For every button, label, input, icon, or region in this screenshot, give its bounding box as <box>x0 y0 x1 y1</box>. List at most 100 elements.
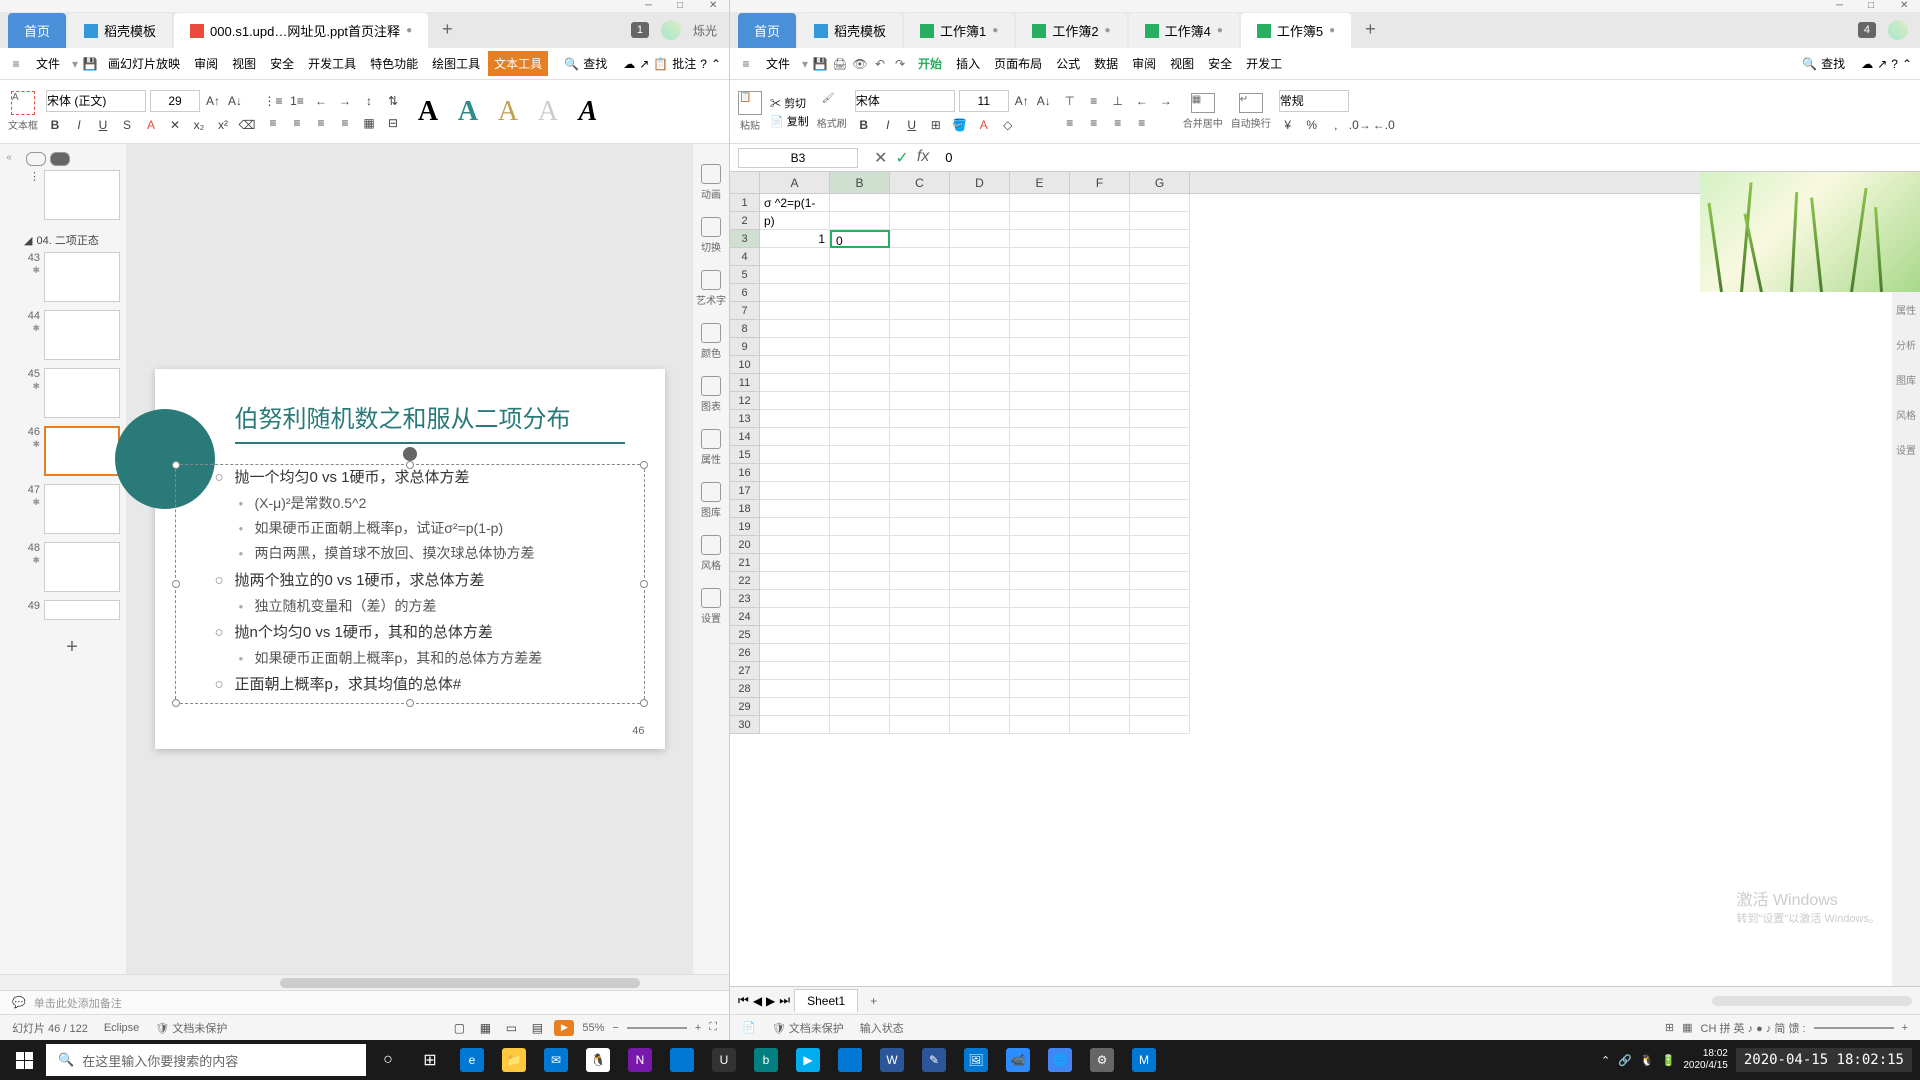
cell-D1[interactable] <box>950 194 1010 212</box>
cell-C22[interactable] <box>890 572 950 590</box>
zoom-in-button[interactable]: + <box>695 1022 701 1034</box>
vertical-align-button[interactable]: ⊟ <box>384 114 402 132</box>
align-bottom-button[interactable]: ⊥ <box>1109 92 1127 110</box>
share-icon[interactable]: ↗ <box>1877 57 1887 71</box>
cell-D7[interactable] <box>950 302 1010 320</box>
tool-gallery[interactable]: 图库 <box>701 482 721 519</box>
cell-G17[interactable] <box>1130 482 1190 500</box>
cell-E18[interactable] <box>1010 500 1070 518</box>
cell-D14[interactable] <box>950 428 1010 446</box>
cell-E25[interactable] <box>1010 626 1070 644</box>
menu-item[interactable]: 视图 <box>226 51 262 76</box>
cell-E17[interactable] <box>1010 482 1070 500</box>
col-header-B[interactable]: B <box>830 172 890 193</box>
font-select[interactable] <box>855 90 955 112</box>
cell-D5[interactable] <box>950 266 1010 284</box>
cell-B21[interactable] <box>830 554 890 572</box>
cell-F4[interactable] <box>1070 248 1130 266</box>
format-painter-icon[interactable]: 🖌 <box>822 93 842 113</box>
zoom-out-button[interactable]: − <box>612 1022 618 1034</box>
print-icon[interactable]: 🖨 <box>832 56 848 72</box>
cell-D22[interactable] <box>950 572 1010 590</box>
tab-add-button[interactable]: + <box>430 11 465 48</box>
redo-icon[interactable]: ↷ <box>892 56 908 72</box>
taskbar-app[interactable]: U <box>704 1040 744 1080</box>
taskbar-app-settings[interactable]: ⚙ <box>1082 1040 1122 1080</box>
collapse-sidebar-icon[interactable]: « <box>6 152 12 163</box>
protect-status[interactable]: 🛡 文档未保护 <box>155 1020 227 1036</box>
font-color-button[interactable]: A <box>142 116 160 134</box>
col-header-G[interactable]: G <box>1130 172 1190 193</box>
help-icon[interactable]: ? <box>1891 57 1898 71</box>
row-header-8[interactable]: 8 <box>730 320 760 338</box>
row-header-23[interactable]: 23 <box>730 590 760 608</box>
row-header-30[interactable]: 30 <box>730 716 760 734</box>
cell-C23[interactable] <box>890 590 950 608</box>
slide-thumb-47[interactable] <box>44 484 120 534</box>
slide-thumb-49[interactable] <box>44 600 120 620</box>
view-sorter-button[interactable]: ▦ <box>476 1019 494 1037</box>
cell-E22[interactable] <box>1010 572 1070 590</box>
row-header-24[interactable]: 24 <box>730 608 760 626</box>
cell-C14[interactable] <box>890 428 950 446</box>
cell-F12[interactable] <box>1070 392 1130 410</box>
row-header-25[interactable]: 25 <box>730 626 760 644</box>
align-right-button[interactable]: ≡ <box>1109 114 1127 132</box>
merge-icon[interactable]: ▦ <box>1191 93 1215 113</box>
fit-button[interactable]: ⛶ <box>709 1021 717 1034</box>
cell-D24[interactable] <box>950 608 1010 626</box>
cell-F7[interactable] <box>1070 302 1130 320</box>
spreadsheet-grid[interactable]: ABCDEFG1σ ^2=p(1-p)231045678910111213141… <box>730 172 1892 986</box>
align-right-button[interactable]: ≡ <box>312 114 330 132</box>
cell-B9[interactable] <box>830 338 890 356</box>
cell-G29[interactable] <box>1130 698 1190 716</box>
cell-G10[interactable] <box>1130 356 1190 374</box>
columns-button[interactable]: ▦ <box>360 114 378 132</box>
cell-E21[interactable] <box>1010 554 1070 572</box>
row-header-14[interactable]: 14 <box>730 428 760 446</box>
increase-font-icon[interactable]: A↑ <box>204 92 222 110</box>
avatar[interactable] <box>1888 20 1908 40</box>
view-reading-button[interactable]: ▭ <box>502 1019 520 1037</box>
cell-D23[interactable] <box>950 590 1010 608</box>
zoom-in-button[interactable]: + <box>1902 1022 1908 1034</box>
cell-B11[interactable] <box>830 374 890 392</box>
slide-canvas[interactable]: 伯努利随机数之和服从二项分布 抛一个均匀0 vs 1硬币，求总体方差 <box>155 369 665 749</box>
cell-D13[interactable] <box>950 410 1010 428</box>
slide-title[interactable]: 伯努利随机数之和服从二项分布 <box>235 399 625 444</box>
cell-C25[interactable] <box>890 626 950 644</box>
notification-badge[interactable]: 4 <box>1858 22 1876 38</box>
horizontal-scrollbar[interactable] <box>280 978 640 988</box>
number-format-select[interactable] <box>1279 90 1349 112</box>
align-top-button[interactable]: ⊤ <box>1061 92 1079 110</box>
share-icon[interactable]: ↗ <box>639 57 649 71</box>
cell-C30[interactable] <box>890 716 950 734</box>
close-button[interactable]: ✕ <box>709 0 721 12</box>
cell-E27[interactable] <box>1010 662 1070 680</box>
col-header-D[interactable]: D <box>950 172 1010 193</box>
underline-button[interactable]: U <box>94 116 112 134</box>
size-select[interactable] <box>150 90 200 112</box>
cell-A1[interactable]: σ ^2=p(1-p) <box>760 194 830 212</box>
cell-C26[interactable] <box>890 644 950 662</box>
cell-E16[interactable] <box>1010 464 1070 482</box>
menu-item[interactable]: 特色功能 <box>364 51 424 76</box>
increase-font-icon[interactable]: A↑ <box>1013 92 1031 110</box>
tab-workbook-2[interactable]: 工作簿2● <box>1016 13 1126 48</box>
cell-B2[interactable] <box>830 212 890 230</box>
menu-item[interactable]: 数据 <box>1088 51 1124 76</box>
cell-B19[interactable] <box>830 518 890 536</box>
tray-battery-icon[interactable]: 🔋 <box>1662 1054 1676 1067</box>
batch-icon[interactable]: 📋 <box>653 57 668 71</box>
cell-G19[interactable] <box>1130 518 1190 536</box>
undo-icon[interactable]: ↶ <box>872 56 888 72</box>
view-mode-button[interactable]: ▦ <box>1682 1021 1692 1034</box>
cell-E19[interactable] <box>1010 518 1070 536</box>
sheet-tab-1[interactable]: Sheet1 <box>794 989 858 1012</box>
side-tool[interactable]: 风格 <box>1896 407 1916 422</box>
numbering-button[interactable]: 1≡ <box>288 92 306 110</box>
cell-A8[interactable] <box>760 320 830 338</box>
cell-D26[interactable] <box>950 644 1010 662</box>
cell-E3[interactable] <box>1010 230 1070 248</box>
taskbar-app[interactable] <box>662 1040 702 1080</box>
